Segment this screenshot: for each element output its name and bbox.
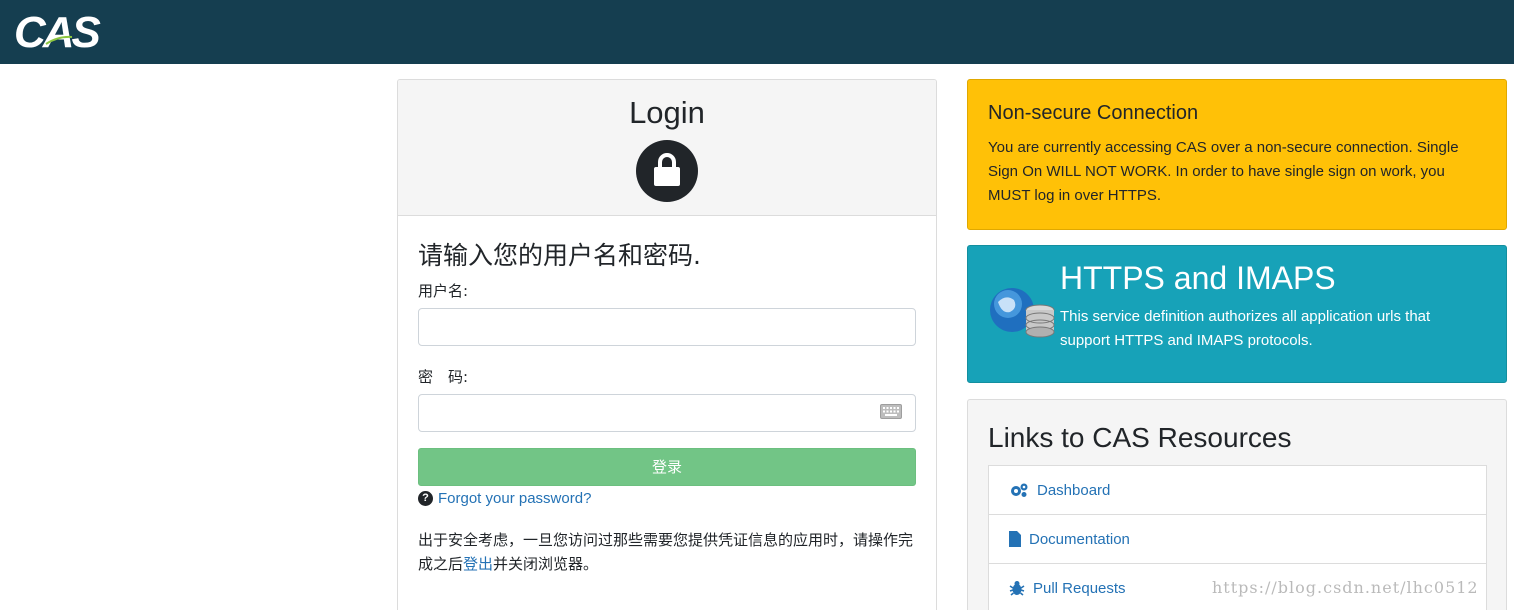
cas-logo[interactable]: CAS: [14, 6, 101, 57]
logo-text: CAS: [14, 8, 101, 57]
warning-title: Non-secure Connection: [988, 102, 1199, 124]
bug-icon: [1009, 581, 1025, 596]
warning-body: You are currently accessing CAS over a n…: [988, 139, 1459, 204]
file-icon: [1009, 531, 1021, 547]
top-navbar: CAS: [0, 0, 1514, 64]
gears-icon: [1011, 483, 1028, 497]
login-button[interactable]: 登录: [418, 448, 916, 486]
keyboard-icon[interactable]: [880, 404, 902, 419]
security-notice: 出于安全考虑，一旦您访问过那些需要您提供凭证信息的应用时，请操作完成之后登出并关…: [418, 528, 918, 576]
non-secure-warning: Non-secure Connection You are currently …: [967, 79, 1507, 230]
login-panel-header: Login: [398, 80, 936, 216]
service-title: HTTPS and IMAPS: [1060, 260, 1336, 296]
service-panel: HTTPS and IMAPS This service definition …: [967, 245, 1507, 383]
documentation-link[interactable]: Documentation: [989, 515, 1486, 564]
resources-title: Links to CAS Resources: [988, 422, 1292, 453]
service-description: This service definition authorizes all a…: [1060, 308, 1431, 349]
globe-database-icon: [990, 288, 1055, 338]
forgot-password-label: Forgot your password?: [438, 490, 592, 507]
question-circle-icon: ?: [418, 491, 433, 506]
forgot-password-link[interactable]: ? Forgot your password?: [418, 490, 591, 507]
password-input[interactable]: [418, 394, 916, 432]
password-label: 密 码:: [418, 368, 469, 386]
login-panel: Login 请输入您的用户名和密码. 用户名: 密 码: 登录 ? Forgot…: [397, 79, 937, 610]
watermark: https://blog.csdn.net/lhc0512: [1212, 578, 1479, 597]
login-prompt: 请输入您的用户名和密码.: [418, 241, 701, 270]
dashboard-link-label: Dashboard: [1037, 481, 1111, 499]
documentation-link-label: Documentation: [1029, 530, 1130, 548]
notice-text-after: 并关闭浏览器。: [493, 555, 599, 573]
logo-swoosh-icon: [45, 35, 73, 45]
pull-requests-link-label: Pull Requests: [1033, 579, 1126, 597]
lock-icon: [636, 140, 698, 202]
logout-link[interactable]: 登出: [463, 555, 493, 573]
dashboard-link[interactable]: Dashboard: [989, 466, 1486, 515]
username-label: 用户名:: [418, 282, 469, 300]
login-title: Login: [629, 95, 705, 130]
username-input[interactable]: [418, 308, 916, 346]
